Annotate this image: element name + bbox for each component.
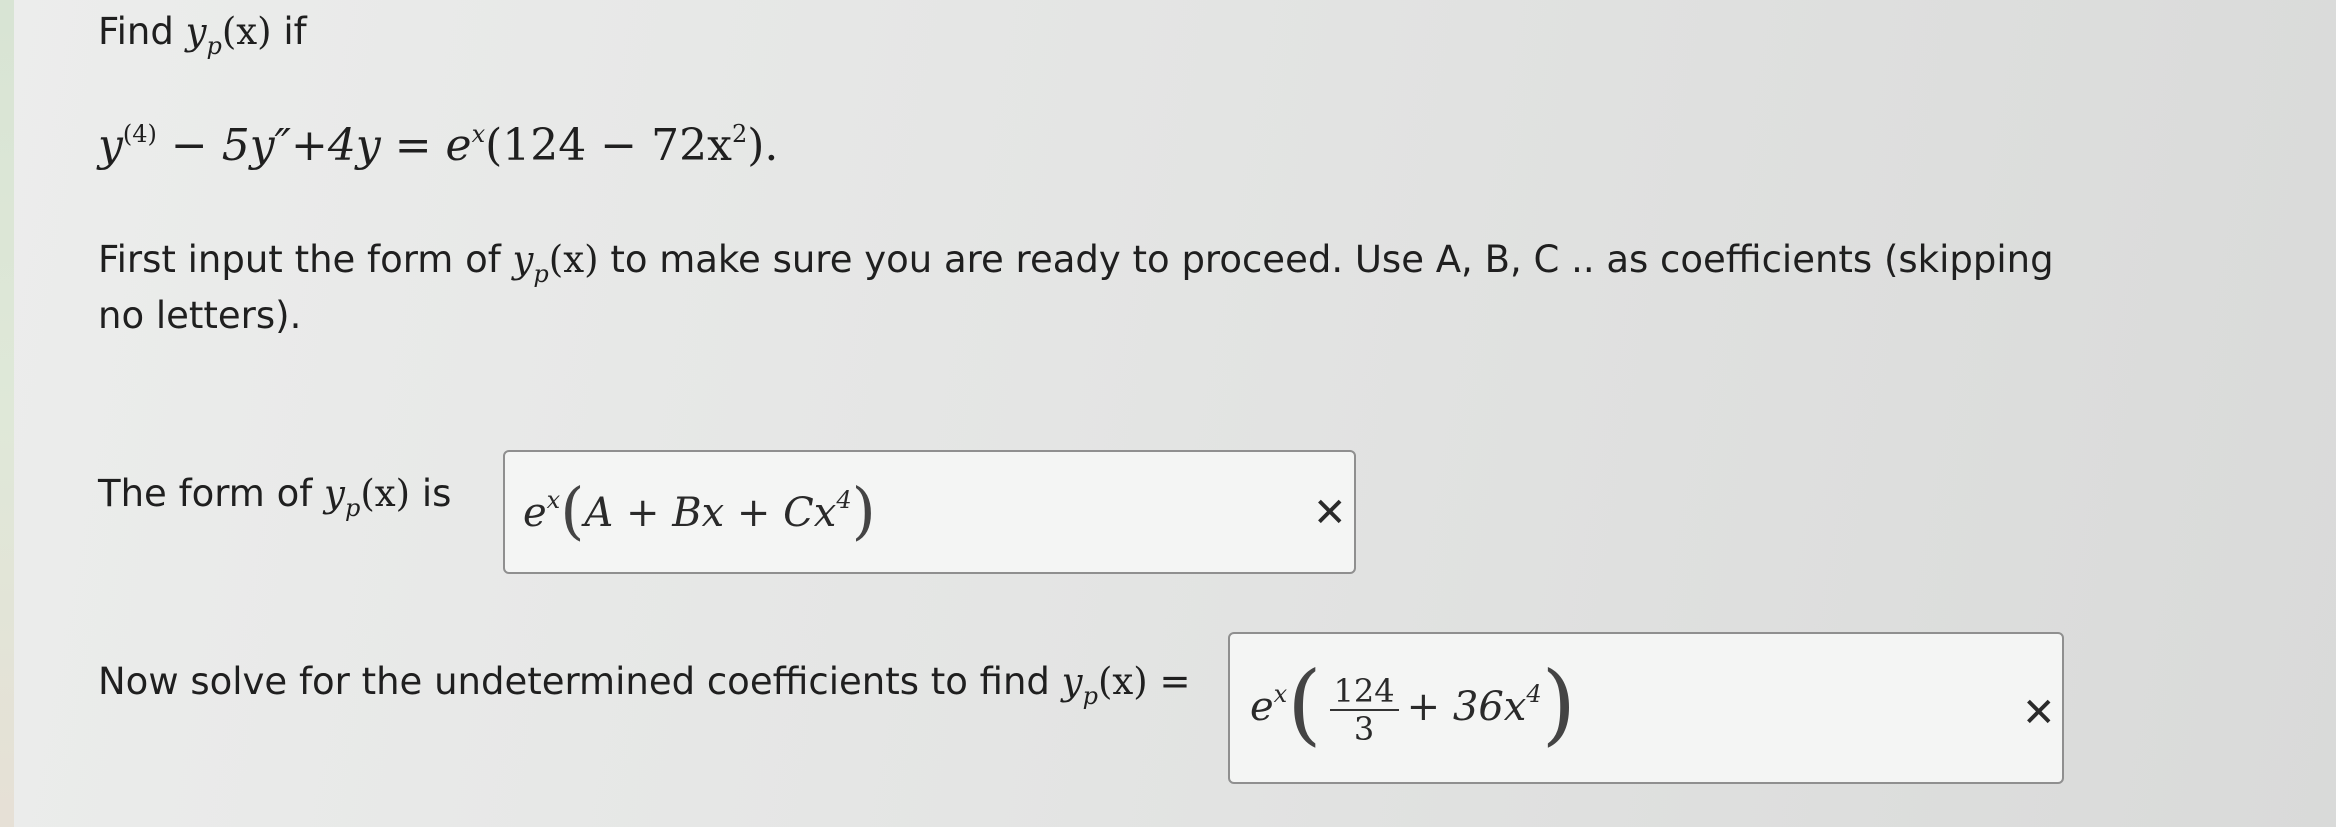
if-word: if (283, 10, 307, 53)
solution-answer-value: ex(124 3 + 36x4) (1250, 652, 1576, 755)
yp-symbol: yp(x) (1061, 660, 1148, 710)
yp-symbol: yp(x) (512, 238, 599, 288)
find-word: Find (98, 10, 174, 53)
yp-symbol: yp(x) (185, 10, 272, 60)
yp-symbol: yp(x) (324, 472, 411, 522)
clear-form-answer-icon[interactable]: ✕ (1313, 490, 1347, 536)
solve-question-label: Now solve for the undetermined coefficie… (98, 660, 1191, 710)
fraction: 124 3 (1329, 673, 1399, 747)
clear-solution-answer-icon[interactable]: ✕ (2022, 690, 2056, 736)
instruction-line-1: First input the form of yp(x) to make su… (98, 238, 2054, 288)
find-heading: Find yp(x) if (98, 8, 307, 60)
solution-answer-input[interactable]: ex(124 3 + 36x4) ✕ (1228, 632, 2064, 784)
left-edge-shading (0, 0, 14, 827)
form-answer-value: ex(A + Bx + Cx4) (523, 474, 876, 547)
form-question-label: The form of yp(x) is (98, 472, 452, 522)
form-answer-input[interactable]: ex(A + Bx + Cx4) ✕ (503, 450, 1356, 574)
differential-equation: y(4) − 5y″+4y = ex(124 − 72x2). (98, 120, 779, 171)
question-page: Find yp(x) if y(4) − 5y″+4y = ex(124 − 7… (0, 0, 2336, 827)
instruction-line-2: no letters). (98, 294, 302, 337)
